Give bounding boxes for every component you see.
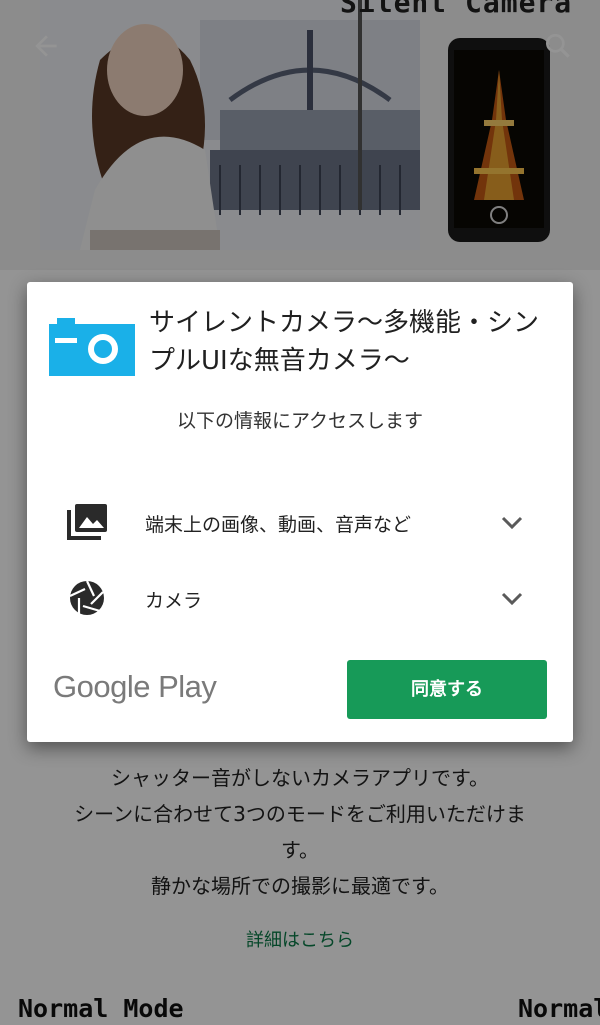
permission-label: カメラ — [145, 590, 203, 612]
google-play-logo: Google Play — [53, 669, 217, 704]
chevron-down-icon[interactable] — [499, 588, 525, 610]
permission-label: 端末上の画像、動画、音声など — [145, 514, 412, 536]
permission-row-media[interactable]: 端末上の画像、動画、音声など — [27, 492, 573, 552]
permission-row-camera[interactable]: カメラ — [27, 568, 573, 628]
permission-dialog: サイレントカメラ〜多機能・シンプルUIな無音カメラ〜 以下の情報にアクセスします… — [27, 282, 573, 742]
camera-shutter-icon — [69, 580, 104, 615]
camera-app-icon — [49, 318, 135, 376]
access-heading: 以下の情報にアクセスします — [176, 410, 424, 432]
chevron-down-icon[interactable] — [499, 512, 525, 534]
agree-button[interactable]: 同意する — [347, 660, 547, 719]
photo-library-icon — [67, 504, 107, 540]
app-title: サイレントカメラ〜多機能・シンプルUIな無音カメラ〜 — [149, 308, 540, 376]
